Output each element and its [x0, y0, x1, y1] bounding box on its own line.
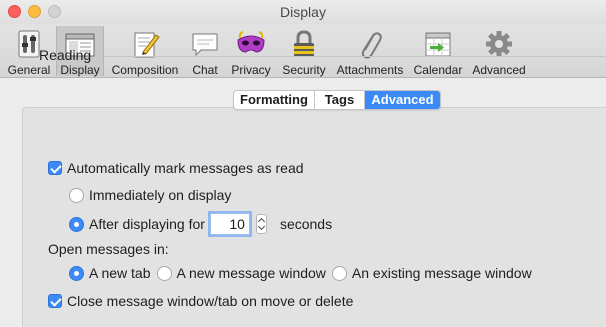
seconds-label: seconds: [279, 216, 333, 232]
toolbar-label: Composition: [111, 63, 179, 77]
close-on-move-checkbox[interactable]: [48, 294, 62, 308]
open-existing-window-label: An existing message window: [351, 265, 532, 281]
after-delay-radio[interactable]: [69, 216, 84, 232]
tab-formatting[interactable]: Formatting: [234, 91, 315, 109]
open-options-row: A new tab A new message window An existi…: [69, 265, 532, 281]
toolbar-label: Advanced: [472, 63, 526, 77]
immediately-row[interactable]: Immediately on display: [69, 187, 231, 203]
chevron-down-icon[interactable]: [257, 222, 265, 231]
toolbar-label: Security: [282, 63, 326, 77]
toolbar-label: Privacy: [231, 63, 271, 77]
tab-advanced[interactable]: Advanced: [365, 91, 440, 109]
toolbar-security[interactable]: Security: [279, 26, 329, 77]
title-bar: Display: [0, 0, 606, 24]
auto-mark-label: Automatically mark messages as read: [67, 160, 304, 176]
auto-mark-row[interactable]: Automatically mark messages as read: [48, 160, 304, 176]
reading-section-title: Reading: [39, 47, 92, 63]
toolbar-label: General: [7, 63, 51, 77]
immediately-label: Immediately on display: [89, 187, 232, 203]
toolbar-chat[interactable]: Chat: [186, 26, 224, 77]
open-new-tab-radio[interactable]: [69, 265, 84, 281]
delay-seconds-input[interactable]: 10: [209, 213, 250, 235]
toolbar-calendar[interactable]: Calendar: [412, 26, 464, 77]
open-new-window-radio[interactable]: [156, 265, 172, 281]
toolbar-composition[interactable]: Composition: [108, 26, 182, 77]
toolbar-attachments[interactable]: Attachments: [334, 26, 406, 77]
toolbar-label: Display: [60, 63, 100, 77]
open-existing-window-radio[interactable]: [331, 265, 347, 281]
delay-stepper[interactable]: [255, 214, 267, 234]
toolbar-privacy[interactable]: Privacy: [229, 26, 273, 77]
open-new-tab-label: A new tab: [89, 265, 151, 281]
section-divider: [97, 56, 606, 57]
after-delay-row[interactable]: After displaying for 10 seconds: [69, 213, 332, 235]
open-new-window-label: A new message window: [176, 265, 326, 281]
toolbar-label: Calendar: [413, 63, 463, 77]
preferences-content: Formatting Tags Advanced: [0, 79, 606, 327]
toolbar-advanced[interactable]: Advanced: [470, 26, 528, 77]
tab-tags[interactable]: Tags: [315, 91, 365, 109]
toolbar-label: Attachments: [336, 63, 404, 77]
tab-bar: Formatting Tags Advanced: [233, 90, 441, 110]
close-on-move-label: Close message window/tab on move or dele…: [67, 293, 354, 309]
close-on-move-row[interactable]: Close message window/tab on move or dele…: [48, 293, 353, 309]
window-title: Display: [280, 4, 326, 20]
open-in-label: Open messages in:: [48, 241, 169, 257]
immediately-radio[interactable]: [69, 187, 84, 203]
toolbar-label: Chat: [192, 63, 218, 77]
auto-mark-checkbox[interactable]: [48, 161, 62, 175]
after-delay-label: After displaying for: [89, 216, 205, 232]
